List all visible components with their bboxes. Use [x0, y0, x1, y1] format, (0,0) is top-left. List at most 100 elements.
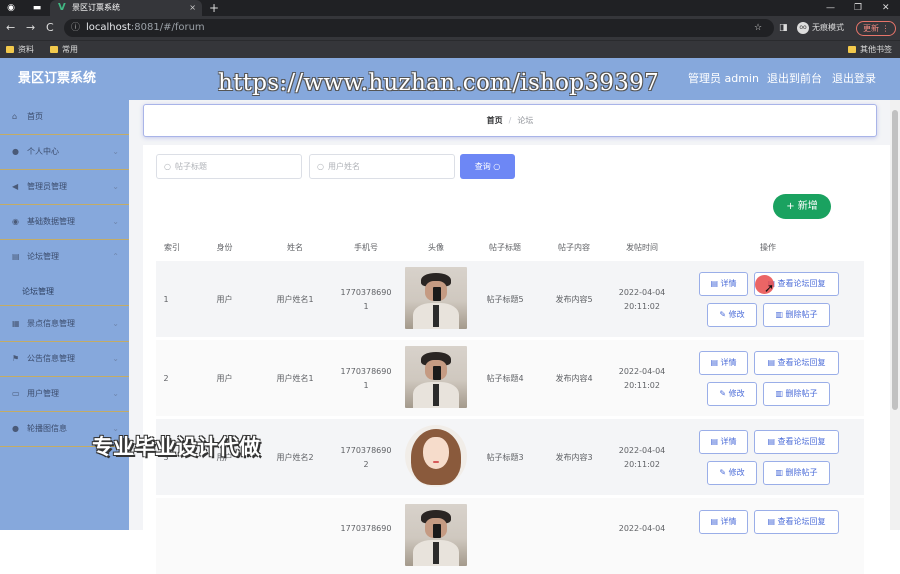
detail-button[interactable]: ▤ 详情 — [699, 272, 748, 296]
cell-role: 用户 — [216, 374, 233, 383]
bookmark-ziliao[interactable]: 资料 — [6, 44, 34, 56]
card-icon: ▭ — [12, 389, 20, 398]
column-header-post-title: 帖子标题 — [489, 243, 521, 252]
maximize-icon[interactable]: ❐ — [854, 0, 862, 16]
view-replies-button[interactable]: ▤ 查看论坛回复 — [754, 430, 839, 454]
mouse-cursor-icon: ➚ — [764, 281, 775, 295]
cell-post-time: 2022-04-04 20:11:02 — [618, 288, 666, 311]
user-icon: ● — [12, 147, 19, 156]
scrollbar-thumb[interactable] — [892, 110, 898, 410]
bookmark-star-icon[interactable]: ☆ — [754, 20, 762, 36]
cell-phone: 1770378690 1 — [340, 288, 392, 311]
chevron-down-icon: ⌄ — [112, 217, 119, 226]
sidebar-item-attractions[interactable]: ▦ 景点信息管理 ⌄ — [0, 307, 129, 342]
document-icon: ▤ — [12, 252, 20, 261]
incognito-label: 无痕模式 — [812, 23, 844, 32]
flag-icon: ⚑ — [12, 354, 20, 363]
update-button[interactable]: 更新 ⋮ — [856, 21, 896, 36]
column-header-index: 索引 — [164, 243, 180, 252]
breadcrumb-current: 论坛 — [517, 116, 534, 125]
bookmark-changyong[interactable]: 常用 — [50, 44, 78, 56]
sidebar-subitem-forum[interactable]: 论坛管理 — [0, 278, 129, 306]
delete-post-button[interactable]: ▥ 删除帖子 — [763, 303, 830, 327]
avatar — [405, 346, 467, 408]
avatar — [405, 267, 467, 329]
detail-button[interactable]: ▤ 详情 — [699, 430, 748, 454]
bookmarks-bar: 资料 常用 其他书签 — [0, 40, 900, 58]
query-button[interactable]: 查询 ○ — [460, 154, 515, 179]
url-path: :8081/#/forum — [130, 22, 205, 33]
sidebar: ⌂ 首页 ● 个人中心 ⌄ ◀ 管理员管理 ⌄ ◉ 基础数据管理 ⌄ ▤ 论坛管理 ⌃ 论坛管理 … — [0, 100, 129, 530]
browser-menu-icon[interactable]: ◉ — [4, 2, 18, 14]
avatar — [405, 504, 467, 566]
incognito-icon: oo — [797, 21, 809, 34]
edit-button[interactable]: ✎ 修改 — [707, 303, 757, 327]
detail-button[interactable]: ▤ 详情 — [699, 351, 748, 375]
view-replies-button[interactable]: ▤ 查看论坛回复 — [754, 351, 839, 375]
site-info-icon[interactable]: ⓘ — [71, 19, 80, 37]
app-title: 景区订票系统 — [18, 71, 97, 86]
cell-post-time: 2022-04-04 — [618, 524, 666, 533]
tab-close-icon[interactable]: × — [189, 0, 196, 16]
new-tab-button[interactable]: + — [209, 0, 219, 16]
sidebar-item-forum[interactable]: ▤ 论坛管理 ⌃ — [0, 240, 129, 275]
add-button[interactable]: + 新增 — [773, 194, 831, 219]
folder-icon — [848, 46, 856, 53]
tab-icon[interactable]: ▬ — [30, 2, 44, 14]
forward-icon[interactable]: → — [26, 21, 35, 35]
vue-logo-icon: V — [58, 2, 66, 13]
post-title-search-input[interactable]: ○ 帖子标题 — [156, 154, 302, 179]
back-icon[interactable]: ← — [6, 21, 15, 35]
sidebar-item-profile[interactable]: ● 个人中心 ⌄ — [0, 135, 129, 170]
user-icon: ● — [12, 424, 19, 433]
column-header-actions: 操作 — [760, 243, 776, 252]
chevron-down-icon: ⌄ — [112, 354, 119, 363]
detail-button[interactable]: ▤ 详情 — [699, 510, 748, 534]
cell-post-time: 2022-04-04 20:11:02 — [618, 446, 666, 469]
folder-icon — [50, 46, 58, 53]
incognito-indicator[interactable]: oo 无痕模式 — [797, 20, 844, 36]
logout-link[interactable]: 退出登录 — [832, 72, 876, 86]
folder-icon — [6, 46, 14, 53]
cell-post-time: 2022-04-04 20:11:02 — [618, 367, 666, 390]
column-header-post-time: 发帖时间 — [626, 243, 658, 252]
delete-post-button[interactable]: ▥ 删除帖子 — [763, 382, 830, 406]
breadcrumb-separator: / — [508, 116, 512, 125]
sidebar-item-home[interactable]: ⌂ 首页 — [0, 100, 129, 135]
sidebar-item-users[interactable]: ▭ 用户管理 ⌄ — [0, 377, 129, 412]
edit-button[interactable]: ✎ 修改 — [707, 382, 757, 406]
cell-index: 1 — [163, 295, 169, 304]
column-header-name: 姓名 — [287, 243, 303, 252]
exit-to-frontend-link[interactable]: 退出到前台 — [767, 72, 822, 86]
address-bar[interactable]: ⓘ localhost:8081/#/forum — [64, 19, 774, 37]
cell-name: 用户姓名1 — [276, 295, 314, 304]
browser-tab-strip: ◉ ▬ V 景区订票系统 × + — ❐ ✕ — [0, 0, 900, 16]
cell-post-content: 发布内容5 — [555, 295, 593, 304]
chevron-down-icon: ⌄ — [112, 147, 119, 156]
reload-icon[interactable]: C — [46, 21, 54, 35]
megaphone-icon: ◀ — [12, 182, 19, 191]
sidebar-item-notices[interactable]: ⚑ 公告信息管理 ⌄ — [0, 342, 129, 377]
sidebar-item-admins[interactable]: ◀ 管理员管理 ⌄ — [0, 170, 129, 205]
column-header-avatar: 头像 — [428, 243, 444, 252]
view-replies-button[interactable]: ▤ 查看论坛回复 — [754, 510, 839, 534]
home-icon: ⌂ — [12, 112, 18, 121]
chevron-down-icon: ⌄ — [112, 319, 119, 328]
bookmark-other[interactable]: 其他书签 — [848, 44, 892, 56]
sidebar-item-basic-data[interactable]: ◉ 基础数据管理 ⌄ — [0, 205, 129, 240]
browser-tab-active[interactable]: V 景区订票系统 × — [50, 0, 202, 16]
breadcrumb-home[interactable]: 首页 — [487, 116, 503, 125]
delete-post-button[interactable]: ▥ 删除帖子 — [763, 461, 830, 485]
minimize-icon[interactable]: — — [826, 0, 835, 16]
window-close-icon[interactable]: ✕ — [882, 0, 890, 16]
column-header-post-content: 帖子内容 — [558, 243, 590, 252]
chevron-up-icon: ⌃ — [112, 252, 119, 261]
side-panel-icon[interactable]: ◨ — [779, 20, 788, 36]
cell-phone: 1770378690 — [340, 524, 392, 533]
edit-button[interactable]: ✎ 修改 — [707, 461, 757, 485]
cell-phone: 1770378690 2 — [340, 446, 392, 469]
main-content: 首页 / 论坛 ○ 帖子标题 ○ 用户姓名 查询 ○ + 新增 索引 身份 姓名 手机号… — [129, 100, 900, 574]
user-name-search-input[interactable]: ○ 用户姓名 — [309, 154, 455, 179]
chevron-down-icon: ⌄ — [112, 182, 119, 191]
page-scrollbar[interactable] — [890, 100, 900, 530]
